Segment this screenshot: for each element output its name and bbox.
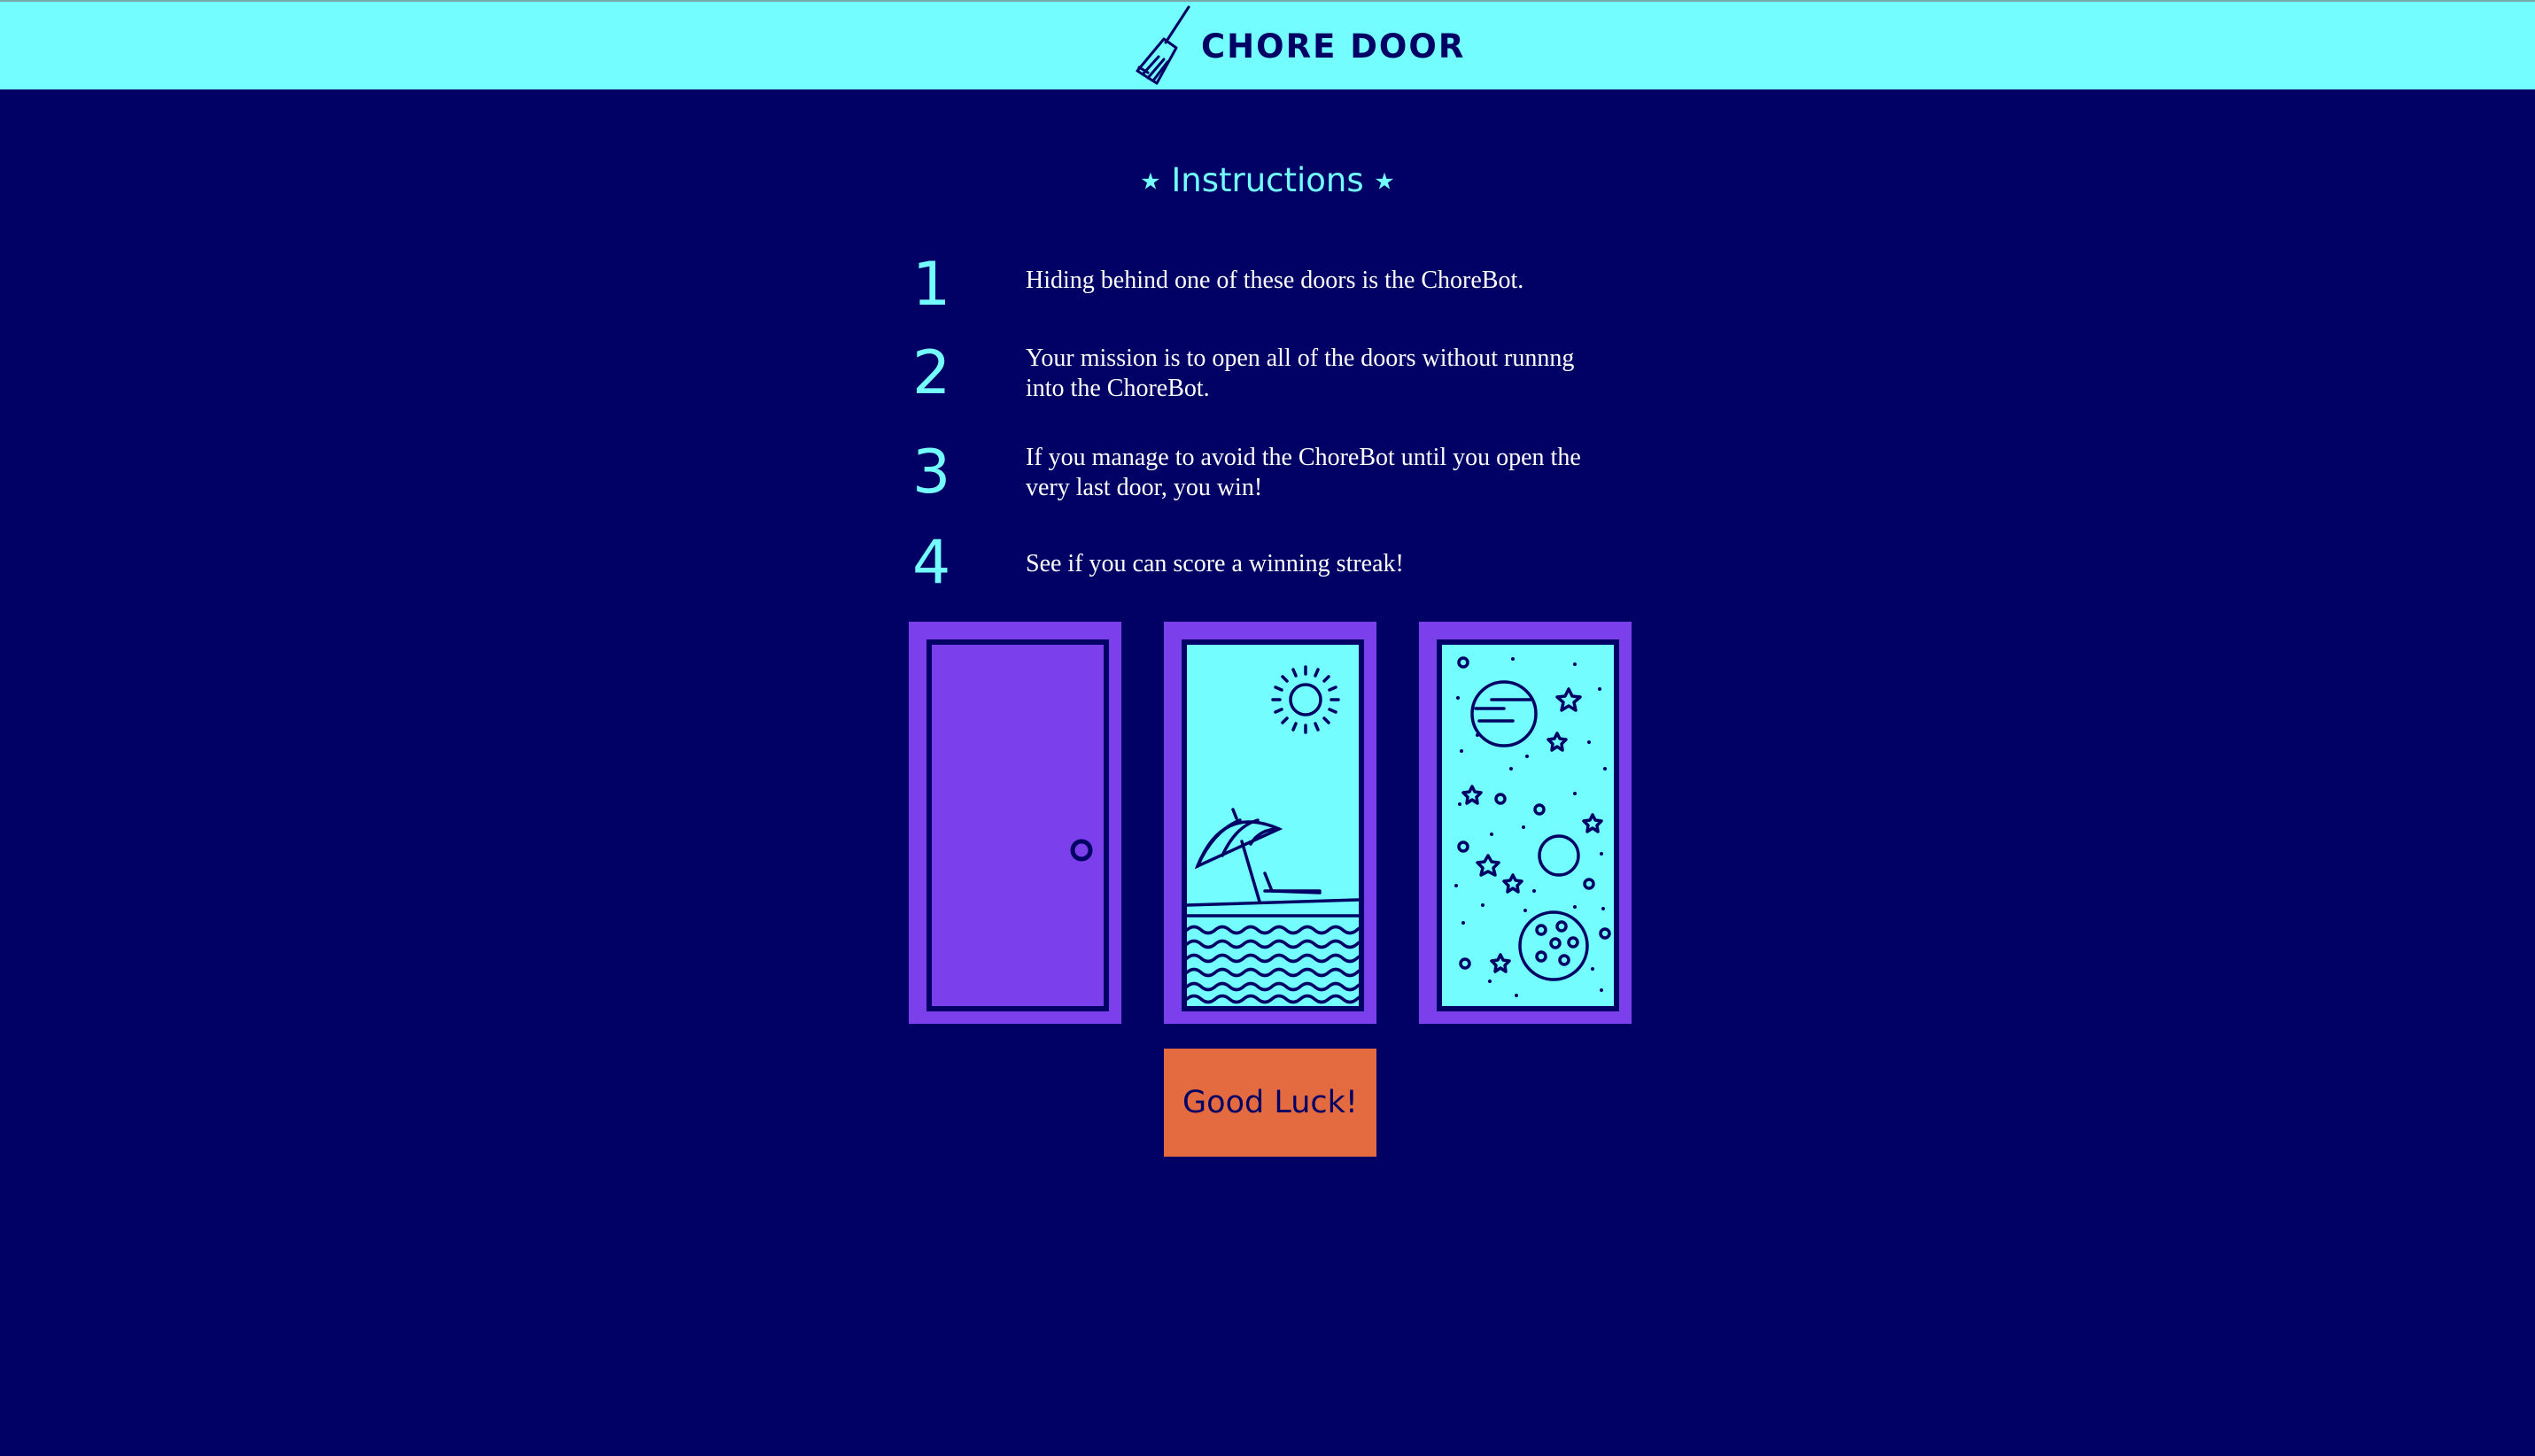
step-text: If you manage to avoid the ChoreBot unti… (1026, 444, 1581, 501)
step-text: Your mission is to open all of the doors… (1026, 345, 1575, 402)
door-1[interactable] (909, 622, 1121, 1024)
logo: CHORE DOOR (1123, 2, 1465, 90)
broom-icon (1136, 5, 1190, 85)
instructions-heading: Instructions (1171, 161, 1364, 199)
star-icon: ★ (1374, 168, 1395, 196)
step-text: Hiding behind one of these doors is the … (1026, 267, 1524, 294)
door-knob-icon (1070, 839, 1093, 862)
beach-door-image (1182, 639, 1364, 1011)
step-number: 2 (912, 338, 951, 408)
step-number: 4 (912, 528, 951, 598)
app-title: CHORE DOOR (1201, 27, 1466, 66)
space-icon (1454, 656, 1611, 997)
step-text: See if you can score a winning streak! (1026, 550, 1404, 577)
step-number: 1 (912, 250, 951, 320)
beach-icon (1187, 665, 1359, 1004)
closed-door-image (926, 639, 1109, 1011)
instructions-title: ★ Instructions ★ (0, 161, 2535, 199)
star-icon: ★ (1140, 168, 1161, 196)
step-number: 3 (912, 438, 951, 507)
header-bar: CHORE DOOR (0, 0, 2535, 89)
door-3[interactable] (1419, 622, 1632, 1024)
good-luck-button[interactable]: Good Luck! (1164, 1049, 1376, 1157)
space-door-image (1437, 639, 1619, 1011)
door-2[interactable] (1164, 622, 1376, 1024)
